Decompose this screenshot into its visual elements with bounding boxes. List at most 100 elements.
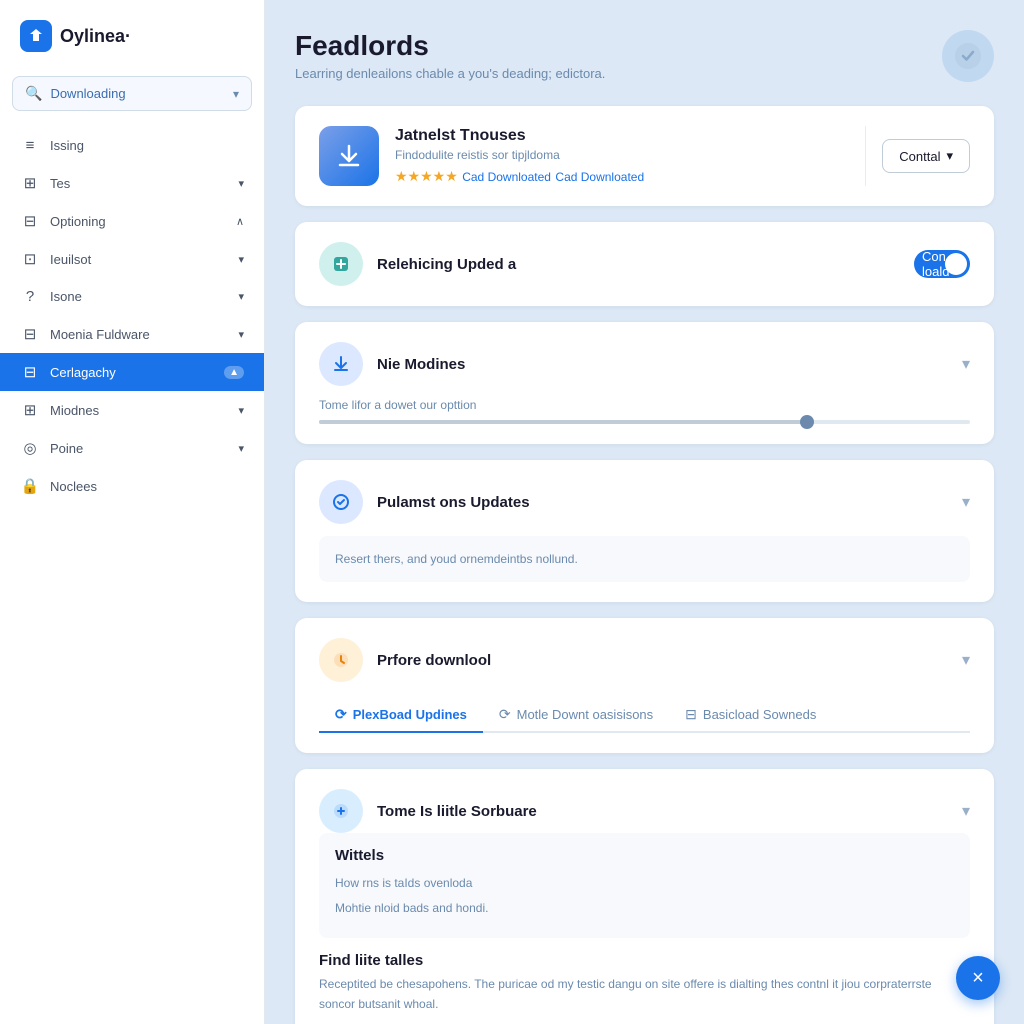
chevron-down-icon: ▾ [238, 442, 244, 455]
refresh-icon: ⟳ [335, 706, 347, 723]
product-card-inner: Jatnelst Tnouses Findodulite reistis sor… [319, 126, 970, 186]
slider-card-header[interactable]: Nie Modines ▾ [319, 342, 970, 386]
chevron-down-icon: ▾ [238, 404, 244, 417]
product-info: Jatnelst Tnouses Findodulite reistis sor… [395, 127, 849, 186]
cad-link[interactable]: Cad Downloated [462, 170, 551, 184]
sidebar-item-label: Noclees [50, 479, 244, 494]
toggle-card-icon [319, 242, 363, 286]
article-text-line1: How rns is taIds ovenloda [335, 874, 954, 893]
menu-icon: ≡ [20, 137, 40, 154]
question-icon: ? [20, 288, 40, 305]
sidebar-item-ieuilsot[interactable]: ⊡ Ieuilsot ▾ [0, 240, 264, 278]
chevron-down-icon: ▾ [238, 177, 244, 190]
page-header-text: Feadlords Learring denleailons chable a … [295, 30, 605, 81]
folder-icon: ⊟ [20, 363, 40, 381]
slider-track[interactable] [319, 420, 970, 424]
grid-icon: ⊞ [20, 174, 40, 192]
sidebar-item-isone[interactable]: ? Isone ▾ [0, 278, 264, 315]
conttal-button[interactable]: Conttal ▾ [882, 139, 970, 173]
sidebar-item-optioning[interactable]: ⊟ Optioning ∧ [0, 202, 264, 240]
article-text-line2: Mohtie nloid bads and hondi. [335, 899, 954, 918]
sidebar-item-label: Ieuilsot [50, 252, 228, 267]
sidebar-item-miodnes[interactable]: ⊞ Miodnes ▾ [0, 391, 264, 429]
logo: Oylinea· [0, 20, 264, 76]
chevron-down-icon: ▾ [946, 148, 953, 164]
software-card-icon [319, 789, 363, 833]
updates-card-header[interactable]: Pulamst ons Updates ▾ [319, 480, 970, 524]
chevron-down-icon: ▾ [238, 328, 244, 341]
sidebar-item-label: Moenia Fuldware [50, 327, 228, 342]
article-heading-wittels: Wittels [335, 847, 954, 864]
chevron-down-icon: ∧ [236, 215, 244, 228]
chevron-down-icon: ▾ [962, 492, 970, 512]
tab-motle[interactable]: ⟳ Motle Downt oasisisons [483, 698, 669, 733]
sidebar-item-poine[interactable]: ◎ Poine ▾ [0, 429, 264, 467]
toggle-card: Relehicing Upded a Con loald [295, 222, 994, 306]
chevron-down-icon: ▾ [962, 650, 970, 670]
vertical-divider [865, 126, 866, 186]
sidebar-item-cerlagachy[interactable]: ⊟ Cerlagachy ▲ [0, 353, 264, 391]
close-icon: × [972, 967, 984, 990]
tab-label: PlexBoad Updines [353, 707, 467, 722]
updates-empty-state: Resert thers, and youd ornemdeintbs noll… [319, 536, 970, 582]
sidebar-item-label: Miodnes [50, 403, 228, 418]
article-section-wittels: Wittels How rns is taIds ovenloda Mohtie… [319, 833, 970, 938]
download-card: Prfore downlool ▾ ⟳ PlexBoad Updines ⟳ M… [295, 618, 994, 753]
product-name: Jatnelst Tnouses [395, 127, 849, 145]
empty-state-text: Resert thers, and youd ornemdeintbs noll… [335, 552, 578, 566]
tab-plexboad[interactable]: ⟳ PlexBoad Updines [319, 698, 483, 733]
chevron-down-icon: ▾ [238, 253, 244, 266]
sidebar-item-label: Cerlagachy [50, 365, 214, 380]
search-text: Downloading [50, 86, 233, 101]
lock-icon: 🔒 [20, 477, 40, 495]
download-protocol-icon [319, 638, 363, 682]
stars-icon: ★★★★★ [395, 168, 458, 184]
main-content: Feadlords Learring denleailons chable a … [265, 0, 1024, 1024]
toggle-switch[interactable]: Con loald [914, 250, 970, 278]
slider-card: Nie Modines ▾ Tome lifor a dowet our opt… [295, 322, 994, 444]
toggle-card-header[interactable]: Relehicing Upded a Con loald [319, 242, 970, 286]
software-card: Tome Is liitle Sorbuare ▾ Wittels How rn… [295, 769, 994, 1024]
slider-description: Tome lifor a dowet our opttion [319, 398, 970, 412]
tab-label: Motle Downt oasisisons [517, 707, 654, 722]
page-title: Feadlords [295, 30, 605, 62]
tab-label: Basicload Sowneds [703, 707, 816, 722]
product-icon [319, 126, 379, 186]
chevron-down-icon: ▾ [233, 87, 239, 101]
slider-thumb[interactable] [800, 415, 814, 429]
sidebar-item-tes[interactable]: ⊞ Tes ▾ [0, 164, 264, 202]
page-header: Feadlords Learring denleailons chable a … [295, 30, 994, 82]
search-box[interactable]: 🔍 Downloading ▾ [12, 76, 252, 111]
logo-icon [20, 20, 52, 52]
chevron-down-icon: ▾ [962, 801, 970, 821]
tabs: ⟳ PlexBoad Updines ⟳ Motle Downt oasisis… [319, 698, 970, 733]
sidebar-item-label: Issing [50, 138, 244, 153]
box-icon: ⊡ [20, 250, 40, 268]
updates-card: Pulamst ons Updates ▾ Resert thers, and … [295, 460, 994, 602]
slider-card-title: Nie Modines [377, 356, 948, 373]
sidebar-item-issing[interactable]: ≡ Issing [0, 127, 264, 164]
updates-card-title: Pulamst ons Updates [377, 494, 948, 511]
tab-basicload[interactable]: ⊟ Basicload Sowneds [669, 698, 832, 733]
sidebar-item-label: Tes [50, 176, 228, 191]
download-card-header[interactable]: Prfore downlool ▾ [319, 638, 970, 682]
fab-button[interactable]: × [956, 956, 1000, 1000]
chevron-down-icon: ▾ [238, 290, 244, 303]
software-card-header[interactable]: Tome Is liitle Sorbuare ▾ [319, 789, 970, 833]
grid2-icon: ⊞ [20, 401, 40, 419]
slider-card-icon [319, 342, 363, 386]
file-icon: ⊟ [20, 325, 40, 343]
sidebar-item-noclees[interactable]: 🔒 Noclees [0, 467, 264, 505]
article-heading-find: Find liite talles [319, 952, 970, 969]
page-header-icon [942, 30, 994, 82]
article-text-find: Receptited be chesapohens. The puricae o… [319, 975, 970, 1013]
logo-text: Oylinea· [60, 26, 131, 47]
slider-section: Tome lifor a dowet our opttion [319, 398, 970, 424]
sidebar-item-moenia-fuldware[interactable]: ⊟ Moenia Fuldware ▾ [0, 315, 264, 353]
toggle-control[interactable]: Con loald [914, 250, 970, 278]
sidebar-nav: ≡ Issing ⊞ Tes ▾ ⊟ Optioning ∧ ⊡ Ieuilso… [0, 127, 264, 1004]
product-rating: ★★★★★ Cad Downloated Cad Downloated [395, 168, 849, 186]
cad-downloaded-text: Cad Downloated [555, 170, 644, 184]
toggle-card-title: Relehicing Upded a [377, 256, 900, 273]
refresh-icon: ⟳ [499, 706, 511, 723]
